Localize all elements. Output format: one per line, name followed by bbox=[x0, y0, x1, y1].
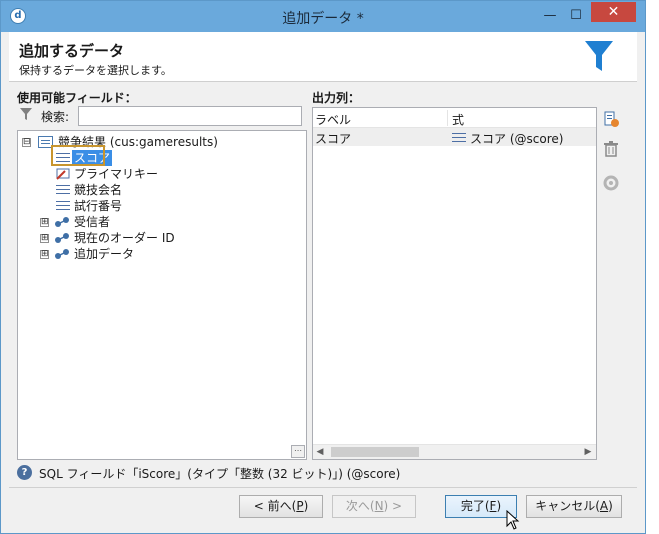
search-label: 検索: bbox=[41, 110, 70, 124]
minimize-button[interactable]: — bbox=[537, 7, 563, 25]
link-icon bbox=[55, 249, 69, 259]
table-row[interactable]: スコア スコア (@score) bbox=[313, 128, 596, 146]
field-icon bbox=[56, 200, 70, 211]
title-bar[interactable]: d 追加データ * — ☐ ✕ bbox=[1, 1, 645, 32]
mouse-cursor-icon bbox=[506, 510, 520, 530]
scrollbar-thumb[interactable] bbox=[331, 447, 419, 457]
expand-icon[interactable]: ⊞ bbox=[40, 234, 49, 243]
tree-node-competition-name[interactable]: 競技会名 bbox=[54, 182, 194, 198]
output-columns-label: 出力列： bbox=[312, 91, 361, 105]
scroll-right-arrow-icon[interactable]: ▶ bbox=[583, 447, 593, 457]
link-icon bbox=[55, 217, 69, 227]
key-icon bbox=[56, 168, 70, 180]
tree-node-label: 現在のオーダー ID bbox=[74, 231, 175, 245]
cancel-button[interactable]: キャンセル(A) bbox=[526, 495, 622, 518]
tree-node-label: プライマリキー bbox=[74, 167, 159, 181]
next-button[interactable]: 次へ(N) > bbox=[332, 495, 416, 518]
cell-expression: スコア (@score) bbox=[470, 132, 564, 146]
help-bar: ? SQL フィールド「iScore」(タイプ「整数 (32 ビット)」) (@… bbox=[17, 464, 623, 482]
distribution-gear-icon[interactable] bbox=[601, 173, 621, 193]
horizontal-scrollbar[interactable]: ◀ ▶ bbox=[313, 444, 596, 459]
search-input[interactable] bbox=[78, 106, 302, 126]
previous-button[interactable]: < 前へ(P) bbox=[239, 495, 323, 518]
tree-node-attempt-number[interactable]: 試行番号 bbox=[54, 198, 194, 214]
maximize-button[interactable]: ☐ bbox=[563, 7, 589, 25]
help-icon: ? bbox=[17, 465, 32, 480]
footer-divider bbox=[9, 487, 637, 488]
tree-options-button[interactable]: ⋯ bbox=[291, 445, 305, 458]
close-button[interactable]: ✕ bbox=[591, 2, 636, 22]
field-tree[interactable]: ⊟ 競争結果 (cus:gameresults) スコア プライマリキー 競技会… bbox=[17, 130, 307, 460]
field-icon bbox=[56, 184, 70, 195]
scroll-left-arrow-icon[interactable]: ◀ bbox=[315, 447, 325, 457]
column-divider[interactable] bbox=[447, 110, 448, 126]
tree-node-label: 受信者 bbox=[74, 215, 111, 229]
available-fields-label: 使用可能フィールド： bbox=[17, 91, 137, 105]
header-panel: 追加するデータ 保持するデータを選択します。 bbox=[9, 32, 637, 82]
page-subtitle: 保持するデータを選択します。 bbox=[19, 64, 172, 77]
add-column-button[interactable] bbox=[601, 109, 621, 129]
field-icon bbox=[452, 132, 466, 143]
tree-node-recipient[interactable]: ⊞ 受信者 bbox=[40, 214, 200, 230]
help-text: SQL フィールド「iScore」(タイプ「整数 (32 ビット)」) (@sc… bbox=[39, 467, 401, 481]
tree-node-label: 追加データ bbox=[74, 247, 135, 261]
expand-icon[interactable]: ⊞ bbox=[40, 250, 49, 259]
page-title: 追加するデータ bbox=[19, 42, 125, 60]
column-header-expression[interactable]: 式 bbox=[452, 111, 464, 128]
funnel-icon bbox=[585, 41, 613, 71]
cell-label: スコア bbox=[315, 132, 352, 146]
collapse-icon[interactable]: ⊟ bbox=[22, 138, 31, 147]
expand-icon[interactable]: ⊞ bbox=[40, 218, 49, 227]
tree-node-current-order-id[interactable]: ⊞ 現在のオーダー ID bbox=[40, 230, 240, 246]
tree-node-label: 試行番号 bbox=[74, 199, 123, 213]
dialog-window: d 追加データ * — ☐ ✕ 追加するデータ 保持するデータを選択します。 使… bbox=[0, 0, 646, 534]
tree-node-label: 競技会名 bbox=[74, 183, 123, 197]
grid-header: ラベル 式 bbox=[313, 108, 596, 128]
selection-highlight-frame bbox=[51, 145, 105, 166]
link-icon bbox=[55, 233, 69, 243]
column-header-label[interactable]: ラベル bbox=[315, 111, 351, 128]
filter-icon[interactable] bbox=[19, 107, 33, 121]
delete-trash-icon[interactable] bbox=[601, 139, 621, 159]
output-columns-grid[interactable]: ラベル 式 スコア スコア (@score) ◀ ▶ bbox=[312, 107, 597, 460]
tree-node-primary-key[interactable]: プライマリキー bbox=[54, 166, 194, 182]
tree-node-additional-data[interactable]: ⊞ 追加データ bbox=[40, 246, 200, 262]
